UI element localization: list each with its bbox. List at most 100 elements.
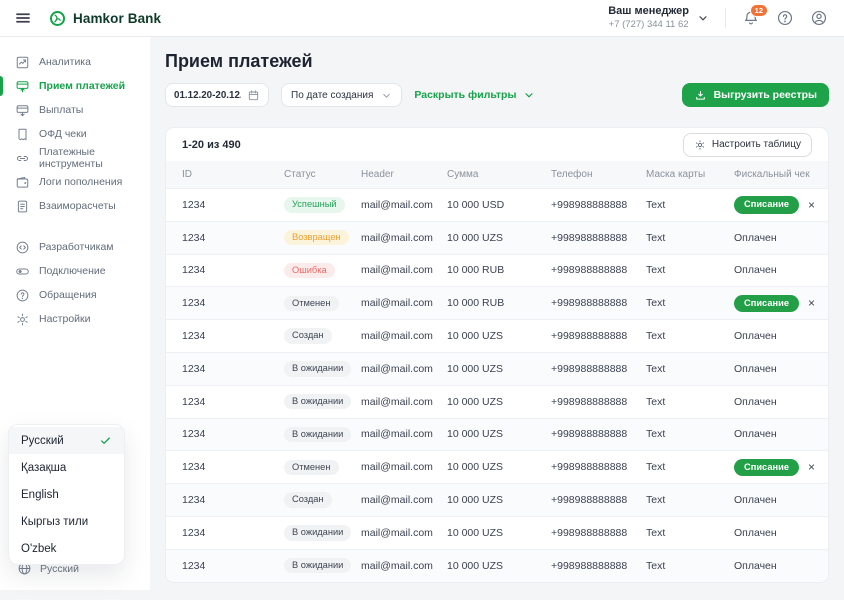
table-row[interactable]: 1234 Создан mail@mail.com 10 000 UZS +99…: [166, 319, 828, 352]
export-registries-button[interactable]: Выгрузить реестры: [682, 83, 829, 107]
cell-phone: +998988888888: [551, 363, 646, 375]
cell-header: mail@mail.com: [361, 527, 447, 539]
sidebar-item-wallet[interactable]: Логи пополнения: [0, 170, 150, 194]
dismiss-writeoff-icon[interactable]: ×: [808, 461, 815, 473]
column-header: Телефон: [551, 169, 646, 180]
calendar-icon[interactable]: [247, 89, 260, 102]
column-header: Статус: [284, 169, 361, 180]
cell-header: mail@mail.com: [361, 330, 447, 342]
cell-card-mask: Text: [646, 428, 734, 440]
table-row[interactable]: 1234 Отменен mail@mail.com 10 000 UZS +9…: [166, 450, 828, 483]
cell-amount: 10 000 USD: [447, 199, 551, 211]
document-icon: [15, 199, 30, 214]
status-badge: Успешный: [284, 197, 345, 212]
date-range-field[interactable]: [165, 83, 269, 107]
cell-amount: 10 000 UZS: [447, 330, 551, 342]
cell-id: 1234: [182, 560, 284, 572]
language-menu-item-label: Кыргыз тили: [21, 516, 88, 528]
table-row[interactable]: 1234 Успешный mail@mail.com 10 000 USD +…: [166, 188, 828, 221]
table-row[interactable]: 1234 Возвращен mail@mail.com 10 000 UZS …: [166, 221, 828, 254]
status-badge: В ожидании: [284, 427, 351, 442]
check-icon: [99, 434, 112, 447]
table-row[interactable]: 1234 Создан mail@mail.com 10 000 UZS +99…: [166, 483, 828, 516]
cell-fiscal: Оплачен: [734, 428, 812, 440]
payments-in-icon: [15, 79, 30, 94]
profile-icon[interactable]: [810, 9, 828, 27]
cell-fiscal: Списание ×: [734, 459, 815, 476]
cell-header: mail@mail.com: [361, 560, 447, 572]
cell-status: Успешный: [284, 197, 361, 212]
table-row[interactable]: 1234 Ошибка mail@mail.com 10 000 RUB +99…: [166, 254, 828, 287]
sidebar-item-label: Платежные инструменты: [39, 146, 150, 170]
date-range-input[interactable]: [174, 90, 241, 101]
manager-label: Ваш менеджер: [608, 5, 689, 19]
table-row[interactable]: 1234 В ожидании mail@mail.com 10 000 UZS…: [166, 549, 828, 582]
dismiss-writeoff-icon[interactable]: ×: [808, 297, 815, 309]
table-header-row: IDСтатусHeaderСуммаТелефонМаска картыФис…: [166, 161, 828, 188]
sidebar-item-payouts[interactable]: Выплаты: [0, 98, 150, 122]
fiscal-status-text: Оплачен: [734, 264, 777, 276]
sidebar-item-toggle[interactable]: Подключение: [0, 259, 150, 283]
cell-status: В ожидании: [284, 525, 361, 540]
cell-phone: +998988888888: [551, 494, 646, 506]
brand-logo[interactable]: Hamkor Bank: [49, 10, 161, 27]
status-badge: Отменен: [284, 460, 339, 475]
language-menu-item[interactable]: O'zbek: [9, 535, 124, 562]
sidebar-item-question-circle[interactable]: Обращения: [0, 283, 150, 307]
fiscal-writeoff-badge[interactable]: Списание: [734, 459, 799, 476]
sidebar-item-receipt[interactable]: ОФД чеки: [0, 122, 150, 146]
table-row[interactable]: 1234 В ожидании mail@mail.com 10 000 UZS…: [166, 516, 828, 549]
analytics-icon: [15, 55, 30, 70]
cell-amount: 10 000 UZS: [447, 232, 551, 244]
payments-table-card: 1-20 из 490 Настроить таблицу IDСтатусHe…: [165, 127, 829, 583]
sidebar-item-label: Аналитика: [39, 56, 91, 68]
notifications-bell-icon[interactable]: 12: [742, 9, 760, 27]
dismiss-writeoff-icon[interactable]: ×: [808, 199, 815, 211]
cell-fiscal: Оплачен: [734, 560, 812, 572]
sidebar-secondary-group: Разработчикам Подключение Обращения Наст…: [0, 235, 150, 331]
cell-card-mask: Text: [646, 461, 734, 473]
sidebar-item-developers[interactable]: Разработчикам: [0, 235, 150, 259]
notifications-count-badge: 12: [750, 4, 768, 17]
table-row[interactable]: 1234 В ожидании mail@mail.com 10 000 UZS…: [166, 385, 828, 418]
cell-phone: +998988888888: [551, 428, 646, 440]
sidebar-item-document[interactable]: Взаиморасчеты: [0, 194, 150, 218]
sidebar-main-group: Аналитика Прием платежей Выплаты ОФД чек…: [0, 50, 150, 218]
sidebar-item-link[interactable]: Платежные инструменты: [0, 146, 150, 170]
topbar-divider: [725, 8, 726, 28]
sidebar-item-gear[interactable]: Настройки: [0, 307, 150, 331]
table-row[interactable]: 1234 Отменен mail@mail.com 10 000 RUB +9…: [166, 286, 828, 319]
manager-chevron-down-icon[interactable]: [697, 12, 709, 24]
fiscal-status-text: Оплачен: [734, 330, 777, 342]
cell-fiscal: Списание ×: [734, 295, 815, 312]
cell-header: mail@mail.com: [361, 396, 447, 408]
fiscal-writeoff-badge[interactable]: Списание: [734, 295, 799, 312]
language-menu-item[interactable]: Қазақша: [9, 454, 124, 481]
sidebar-item-payments-in[interactable]: Прием платежей: [0, 74, 150, 98]
table-row[interactable]: 1234 В ожидании mail@mail.com 10 000 UZS…: [166, 418, 828, 451]
question-circle-icon: [15, 288, 30, 303]
status-badge: Создан: [284, 492, 332, 507]
cell-header: mail@mail.com: [361, 264, 447, 276]
sidebar-item-label: Логи пополнения: [39, 176, 122, 188]
configure-table-label: Настроить таблицу: [712, 139, 801, 150]
fiscal-writeoff-badge[interactable]: Списание: [734, 196, 799, 213]
table-body: 1234 Успешный mail@mail.com 10 000 USD +…: [166, 188, 828, 582]
table-row[interactable]: 1234 В ожидании mail@mail.com 10 000 UZS…: [166, 352, 828, 385]
language-menu-item[interactable]: English: [9, 481, 124, 508]
menu-icon[interactable]: [14, 8, 34, 28]
cell-id: 1234: [182, 199, 284, 211]
cell-amount: 10 000 RUB: [447, 297, 551, 309]
cell-amount: 10 000 UZS: [447, 363, 551, 375]
configure-table-button[interactable]: Настроить таблицу: [683, 133, 812, 157]
cell-header: mail@mail.com: [361, 461, 447, 473]
sidebar-item-analytics[interactable]: Аналитика: [0, 50, 150, 74]
language-menu-item[interactable]: Кыргыз тили: [9, 508, 124, 535]
manager-phone: +7 (727) 344 11 62: [609, 19, 689, 31]
cell-amount: 10 000 UZS: [447, 527, 551, 539]
language-menu-item[interactable]: Русский: [9, 427, 124, 454]
sort-by-select[interactable]: По дате создания: [281, 83, 402, 107]
expand-filters-link[interactable]: Раскрыть фильтры: [414, 89, 535, 101]
fiscal-status-text: Оплачен: [734, 494, 777, 506]
help-icon[interactable]: [776, 9, 794, 27]
